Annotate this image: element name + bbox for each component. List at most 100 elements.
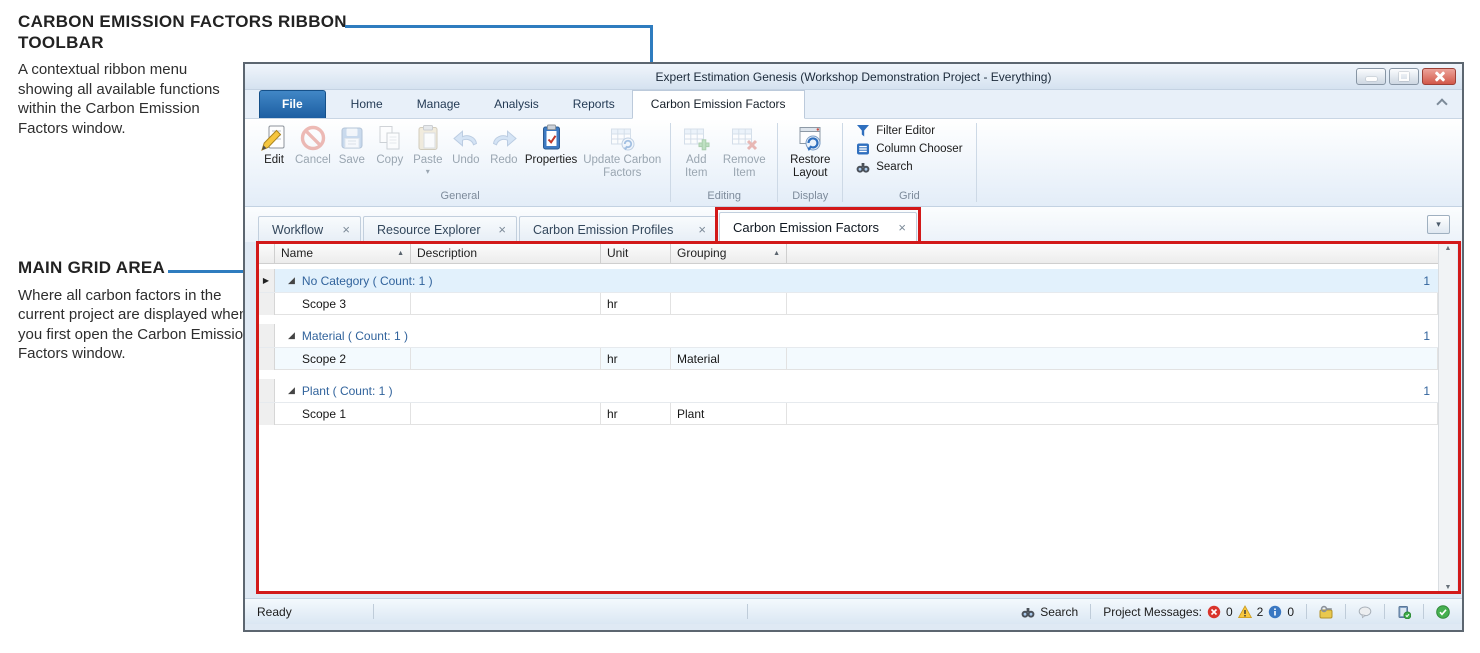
maximize-button[interactable]	[1389, 68, 1419, 85]
filter-icon	[856, 124, 870, 138]
redo-button[interactable]: Redo	[487, 123, 521, 167]
remove-item-label: Remove Item	[718, 154, 770, 180]
grid-body: ▶ ◢ No Category ( Count: 1 ) 1 Scope 3 h…	[258, 265, 1438, 594]
collapse-ribbon-icon[interactable]	[1436, 98, 1447, 109]
row-indicator-cell: ▶	[258, 269, 275, 292]
doc-tab-carbon-emission-factors[interactable]: Carbon Emission Factors ×	[719, 212, 917, 242]
column-header-description[interactable]: Description	[411, 243, 601, 263]
ribbon-tab-analysis[interactable]: Analysis	[477, 91, 556, 118]
close-tab-icon[interactable]: ×	[898, 220, 906, 235]
close-button[interactable]	[1422, 68, 1456, 85]
status-search-label: Search	[1040, 605, 1078, 619]
cell-description[interactable]	[411, 293, 601, 315]
minimize-button[interactable]	[1356, 68, 1386, 85]
edit-icon	[259, 123, 289, 153]
permissions-key-icon[interactable]	[1319, 605, 1333, 619]
undo-label: Undo	[452, 154, 480, 167]
search-icon	[856, 160, 870, 174]
cell-grouping[interactable]	[671, 293, 787, 315]
ribbon-search-button[interactable]: Search	[848, 160, 920, 174]
ribbon-tab-home[interactable]: Home	[334, 91, 400, 118]
copy-icon	[375, 123, 405, 153]
doc-tab-resource-explorer[interactable]: Resource Explorer ×	[363, 216, 517, 242]
group-row-label: No Category ( Count: 1 )	[302, 274, 433, 288]
undo-button[interactable]: Undo	[449, 123, 483, 167]
cancel-button[interactable]: Cancel	[295, 123, 331, 167]
cell-unit[interactable]: hr	[601, 348, 671, 370]
collapse-group-icon[interactable]: ◢	[288, 330, 295, 341]
save-label: Save	[339, 154, 365, 167]
column-chooser-button[interactable]: Column Chooser	[848, 142, 970, 156]
title-bar[interactable]: Expert Estimation Genesis (Workshop Demo…	[245, 64, 1462, 90]
cell-unit[interactable]: hr	[601, 403, 671, 425]
ribbon-tab-manage[interactable]: Manage	[400, 91, 477, 118]
status-separator	[373, 604, 374, 619]
warning-icon[interactable]	[1238, 605, 1252, 619]
ribbon-tab-carbon-emission-factors[interactable]: Carbon Emission Factors	[632, 90, 805, 119]
close-tab-icon[interactable]: ×	[342, 222, 350, 237]
column-header-grouping[interactable]: Grouping ▲	[671, 243, 787, 263]
grid-row-scope-1[interactable]: Scope 1 hr Plant	[258, 403, 1438, 425]
collapse-group-icon[interactable]: ◢	[288, 385, 295, 396]
cell-description[interactable]	[411, 348, 601, 370]
collapse-group-icon[interactable]: ◢	[288, 275, 295, 286]
column-header-filler	[787, 243, 1438, 263]
cell-description[interactable]	[411, 403, 601, 425]
group-separator	[976, 123, 977, 202]
add-item-button[interactable]: Add Item	[678, 123, 714, 180]
restore-layout-button[interactable]: Restore Layout	[785, 123, 835, 180]
grid-row-scope-2[interactable]: Scope 2 hr Material	[258, 348, 1438, 370]
cell-grouping[interactable]: Plant	[671, 403, 787, 425]
sort-asc-icon: ▲	[397, 250, 404, 257]
cell-name[interactable]: Scope 1	[275, 403, 411, 425]
edit-button[interactable]: Edit	[257, 123, 291, 167]
paste-button[interactable]: Paste ▾	[411, 123, 445, 176]
column-header-unit[interactable]: Unit	[601, 243, 671, 263]
doc-tab-carbon-emission-profiles[interactable]: Carbon Emission Profiles ×	[519, 216, 717, 242]
group-row-no-category[interactable]: ▶ ◢ No Category ( Count: 1 ) 1	[258, 269, 1438, 293]
cell-unit[interactable]: hr	[601, 293, 671, 315]
row-indicator-header	[258, 243, 275, 263]
cell-name[interactable]: Scope 2	[275, 348, 411, 370]
cell-grouping[interactable]: Material	[671, 348, 787, 370]
ribbon-tab-reports[interactable]: Reports	[556, 91, 632, 118]
paste-dropdown-icon[interactable]: ▾	[426, 168, 430, 176]
row-indicator-cell	[258, 403, 275, 425]
save-button[interactable]: Save	[335, 123, 369, 167]
database-check-icon[interactable]	[1397, 605, 1411, 619]
update-carbon-factors-label: Update Carbon Factors	[581, 154, 663, 180]
group-row-material[interactable]: ◢ Material ( Count: 1 ) 1	[258, 324, 1438, 348]
restore-layout-label: Restore Layout	[785, 154, 835, 180]
connector-line-ribbon	[345, 25, 653, 28]
remove-item-button[interactable]: Remove Item	[718, 123, 770, 180]
close-tab-icon[interactable]: ×	[698, 222, 706, 237]
comment-icon[interactable]	[1358, 605, 1372, 619]
grid-row-scope-3[interactable]: Scope 3 hr	[258, 293, 1438, 315]
add-item-icon	[681, 123, 711, 153]
ribbon-group-general: Edit Cancel Save Copy	[251, 119, 669, 206]
info-icon[interactable]	[1268, 605, 1282, 619]
filter-editor-button[interactable]: Filter Editor	[848, 124, 943, 138]
column-chooser-icon	[856, 142, 870, 156]
status-ready-text: Ready	[257, 605, 292, 619]
vertical-scrollbar[interactable]: ▲ ▼	[1438, 242, 1457, 594]
doc-tab-workflow[interactable]: Workflow ×	[258, 216, 361, 242]
cell-name[interactable]: Scope 3	[275, 293, 411, 315]
project-messages-label: Project Messages:	[1103, 605, 1202, 619]
scroll-up-icon[interactable]: ▲	[1445, 245, 1452, 252]
status-separator	[1423, 604, 1424, 619]
status-ok-icon[interactable]	[1436, 605, 1450, 619]
copy-button[interactable]: Copy	[373, 123, 407, 167]
status-separator	[1384, 604, 1385, 619]
status-search-button[interactable]: Search	[1021, 605, 1078, 619]
update-carbon-factors-button[interactable]: Update Carbon Factors	[581, 123, 663, 180]
close-tab-icon[interactable]: ×	[498, 222, 506, 237]
properties-button[interactable]: Properties	[525, 123, 577, 167]
ribbon-tab-file[interactable]: File	[259, 90, 326, 118]
group-row-plant[interactable]: ◢ Plant ( Count: 1 ) 1	[258, 379, 1438, 403]
scroll-down-icon[interactable]: ▼	[1445, 584, 1452, 591]
tab-list-dropdown-button[interactable]: ▾	[1427, 215, 1450, 234]
cell-filler	[787, 293, 1438, 315]
column-header-name[interactable]: Name ▲	[275, 243, 411, 263]
error-icon[interactable]	[1207, 605, 1221, 619]
